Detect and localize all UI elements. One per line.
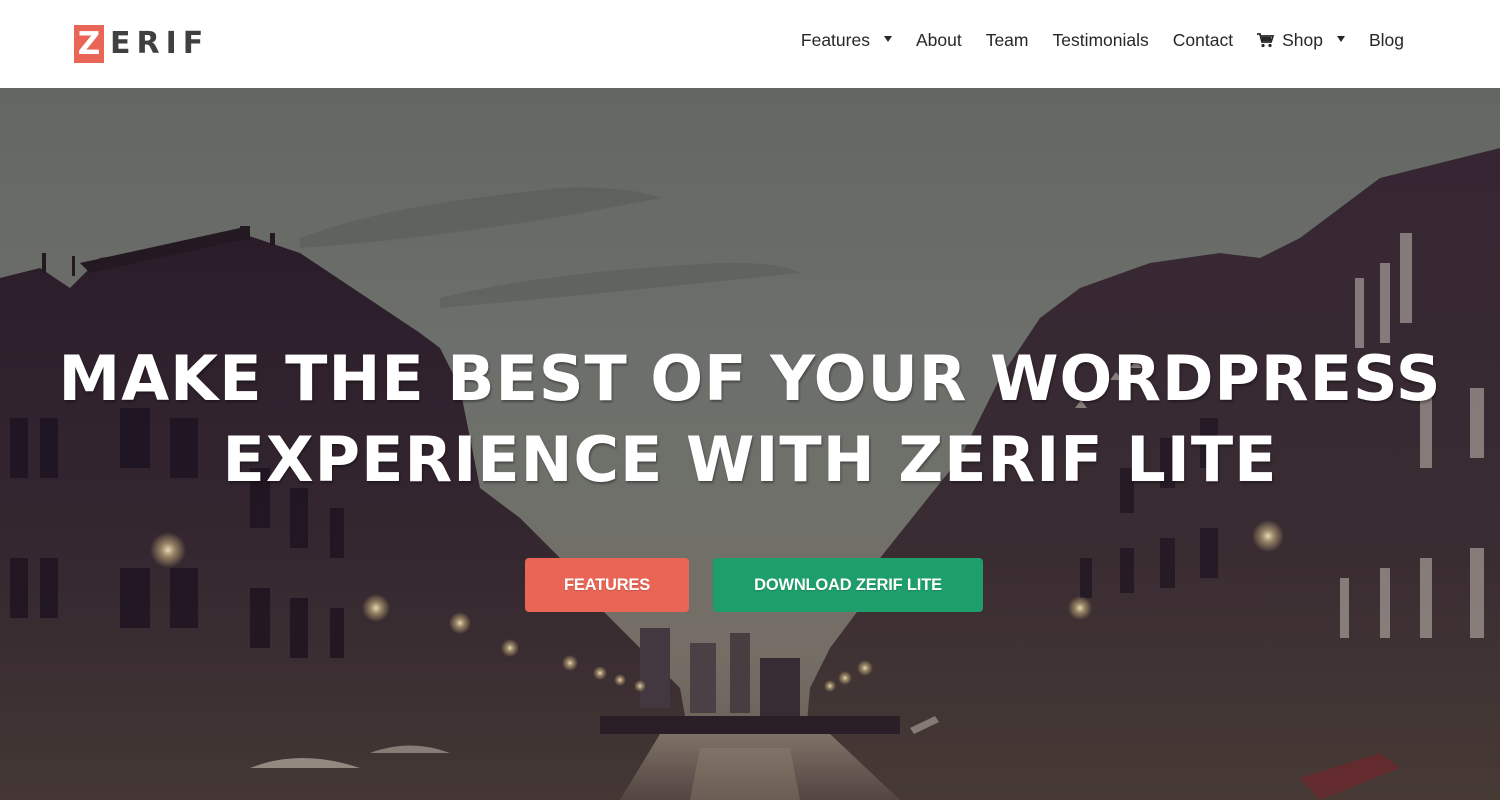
- nav-item-label: Features: [800, 29, 870, 50]
- nav-item-features[interactable]: Features: [801, 30, 892, 51]
- main-nav: Features About Team Testimonials Contact…: [801, 0, 1404, 80]
- nav-item-contact[interactable]: Contact: [1173, 30, 1233, 51]
- nav-item-team[interactable]: Team: [986, 30, 1029, 51]
- caret-down-icon: [1336, 36, 1345, 42]
- site-logo[interactable]: Z ERIF: [74, 25, 209, 63]
- nav-item-label: Shop: [1282, 29, 1323, 50]
- hero-section: MAKE THE BEST OF YOUR WORDPRESS EXPERIEN…: [0, 88, 1500, 800]
- nav-item-about[interactable]: About: [916, 30, 962, 51]
- nav-item-label: About: [915, 29, 962, 50]
- hero-title-line-1: MAKE THE BEST OF YOUR WORDPRESS: [58, 342, 1442, 415]
- site-header: Z ERIF Features About Team Testimonials …: [0, 0, 1500, 88]
- logo-mark: Z: [74, 25, 104, 63]
- nav-item-testimonials[interactable]: Testimonials: [1052, 30, 1148, 51]
- nav-item-blog[interactable]: Blog: [1369, 30, 1404, 51]
- caret-down-icon: [883, 36, 892, 42]
- features-button[interactable]: FEATURES: [525, 558, 689, 612]
- hero-title-line-2: EXPERIENCE WITH ZERIF LITE: [222, 423, 1278, 496]
- logo-wordmark: ERIF: [110, 26, 210, 61]
- nav-item-label: Team: [985, 29, 1029, 50]
- nav-item-shop[interactable]: Shop: [1257, 30, 1345, 51]
- nav-item-label: Testimonials: [1052, 29, 1149, 50]
- nav-item-label: Contact: [1172, 29, 1234, 50]
- cart-icon: [1257, 32, 1275, 47]
- download-zerif-lite-button[interactable]: DOWNLOAD ZERIF LITE: [713, 558, 983, 612]
- nav-item-label: Blog: [1368, 29, 1404, 50]
- hero-title: MAKE THE BEST OF YOUR WORDPRESS EXPERIEN…: [0, 338, 1500, 500]
